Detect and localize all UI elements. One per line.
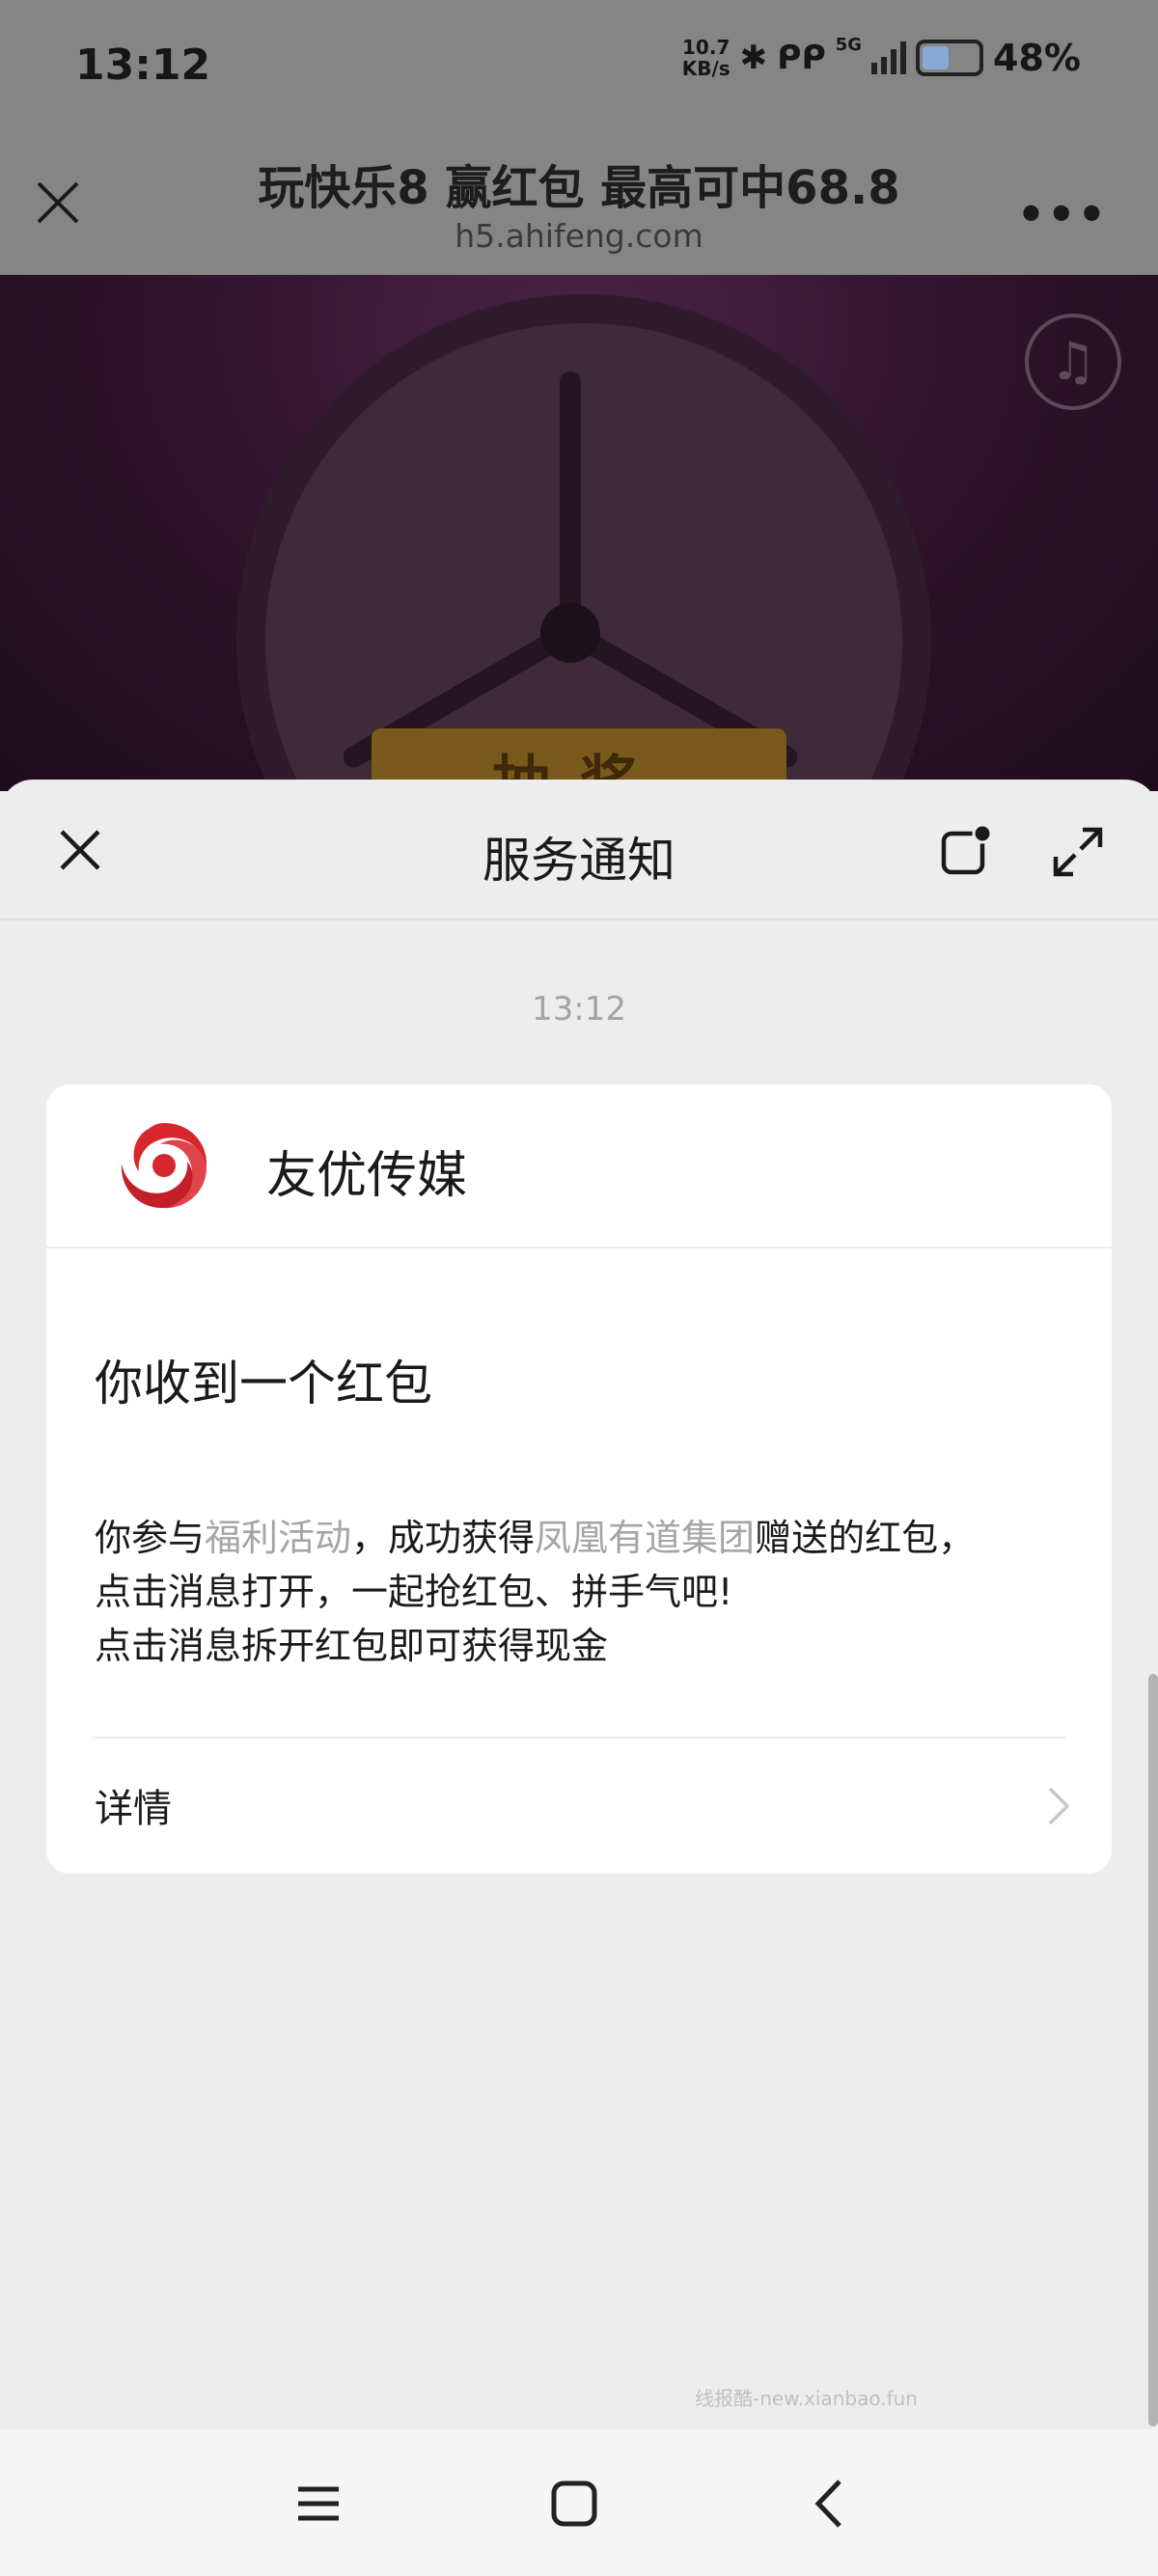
card-body: 你参与福利活动，成功获得凤凰有道集团赠送的红包， 点击消息打开，一起抢红包、拼手… xyxy=(95,1511,1079,1673)
battery-level xyxy=(923,46,950,69)
earbuds-icon: ᑭᑭ xyxy=(777,39,826,77)
details-link[interactable]: 详情 xyxy=(46,1739,1112,1874)
background-webview: 13:12 10.7 KB/s ✱ ᑭᑭ 5G 48% 玩快乐8 赢红包 最高可… xyxy=(0,0,1158,791)
body-line-1: 你参与福利活动，成功获得凤凰有道集团赠送的红包， xyxy=(95,1517,976,1559)
home-icon[interactable] xyxy=(540,2470,608,2537)
scrollbar[interactable] xyxy=(1148,1674,1158,2426)
more-icon[interactable]: ••• xyxy=(1017,188,1108,240)
sender-name: 友优传媒 xyxy=(266,1147,468,1205)
card-title: 你收到一个红包 xyxy=(95,1356,432,1411)
bluetooth-icon: ✱ xyxy=(739,39,768,77)
network-speed: 10.7 KB/s xyxy=(681,36,731,80)
body-line-2: 点击消息打开，一起抢红包、拼手气吧! xyxy=(95,1571,733,1613)
battery-percent: 48% xyxy=(993,37,1081,79)
highlight-activity: 福利活动 xyxy=(205,1517,352,1559)
status-time: 13:12 xyxy=(75,41,211,90)
details-label: 详情 xyxy=(95,1787,172,1831)
expand-icon[interactable] xyxy=(1050,824,1106,880)
music-note-icon[interactable]: ♫ xyxy=(1025,314,1121,410)
status-icons: 10.7 KB/s ✱ ᑭᑭ 5G 48% xyxy=(681,35,1081,80)
back-icon[interactable] xyxy=(797,2470,865,2537)
prize-wheel xyxy=(236,294,931,791)
phoenix-logo-icon xyxy=(118,1119,210,1212)
wheel-hub xyxy=(540,603,600,663)
menu-icon[interactable] xyxy=(285,2470,352,2537)
system-nav-bar xyxy=(0,2429,1158,2576)
red-packet-notification-card[interactable]: 友优传媒 你收到一个红包 你参与福利活动，成功获得凤凰有道集团赠送的红包， 点击… xyxy=(46,1084,1112,1874)
service-notification-sheet: 服务通知 13:12 友优传媒 你收到一个红包 你参与福利活动，成功获得凤凰有道… xyxy=(0,780,1158,2429)
page-url: h5.ahifeng.com xyxy=(455,217,703,255)
battery-icon xyxy=(916,40,984,76)
highlight-sponsor: 凤凰有道集团 xyxy=(535,1517,756,1559)
game-stage: 抽奖 ♫ xyxy=(0,275,1158,791)
chevron-right-icon xyxy=(1048,1787,1070,1825)
signal-icon xyxy=(871,41,907,74)
page-title: 玩快乐8 赢红包 最高可中68.8 xyxy=(258,161,900,215)
sheet-header: 服务通知 xyxy=(0,780,1158,920)
wheel-spoke xyxy=(560,371,581,632)
watermark: 线报酷-new.xianbao.fun xyxy=(695,2387,918,2410)
network-type: 5G xyxy=(835,35,863,55)
webview-header: 13:12 10.7 KB/s ✱ ᑭᑭ 5G 48% 玩快乐8 赢红包 最高可… xyxy=(0,0,1158,275)
body-line-3: 点击消息拆开红包即可获得现金 xyxy=(95,1625,609,1667)
message-time: 13:12 xyxy=(532,990,626,1028)
card-header: 友优传媒 xyxy=(46,1084,1112,1248)
floating-window-icon[interactable] xyxy=(940,824,994,878)
